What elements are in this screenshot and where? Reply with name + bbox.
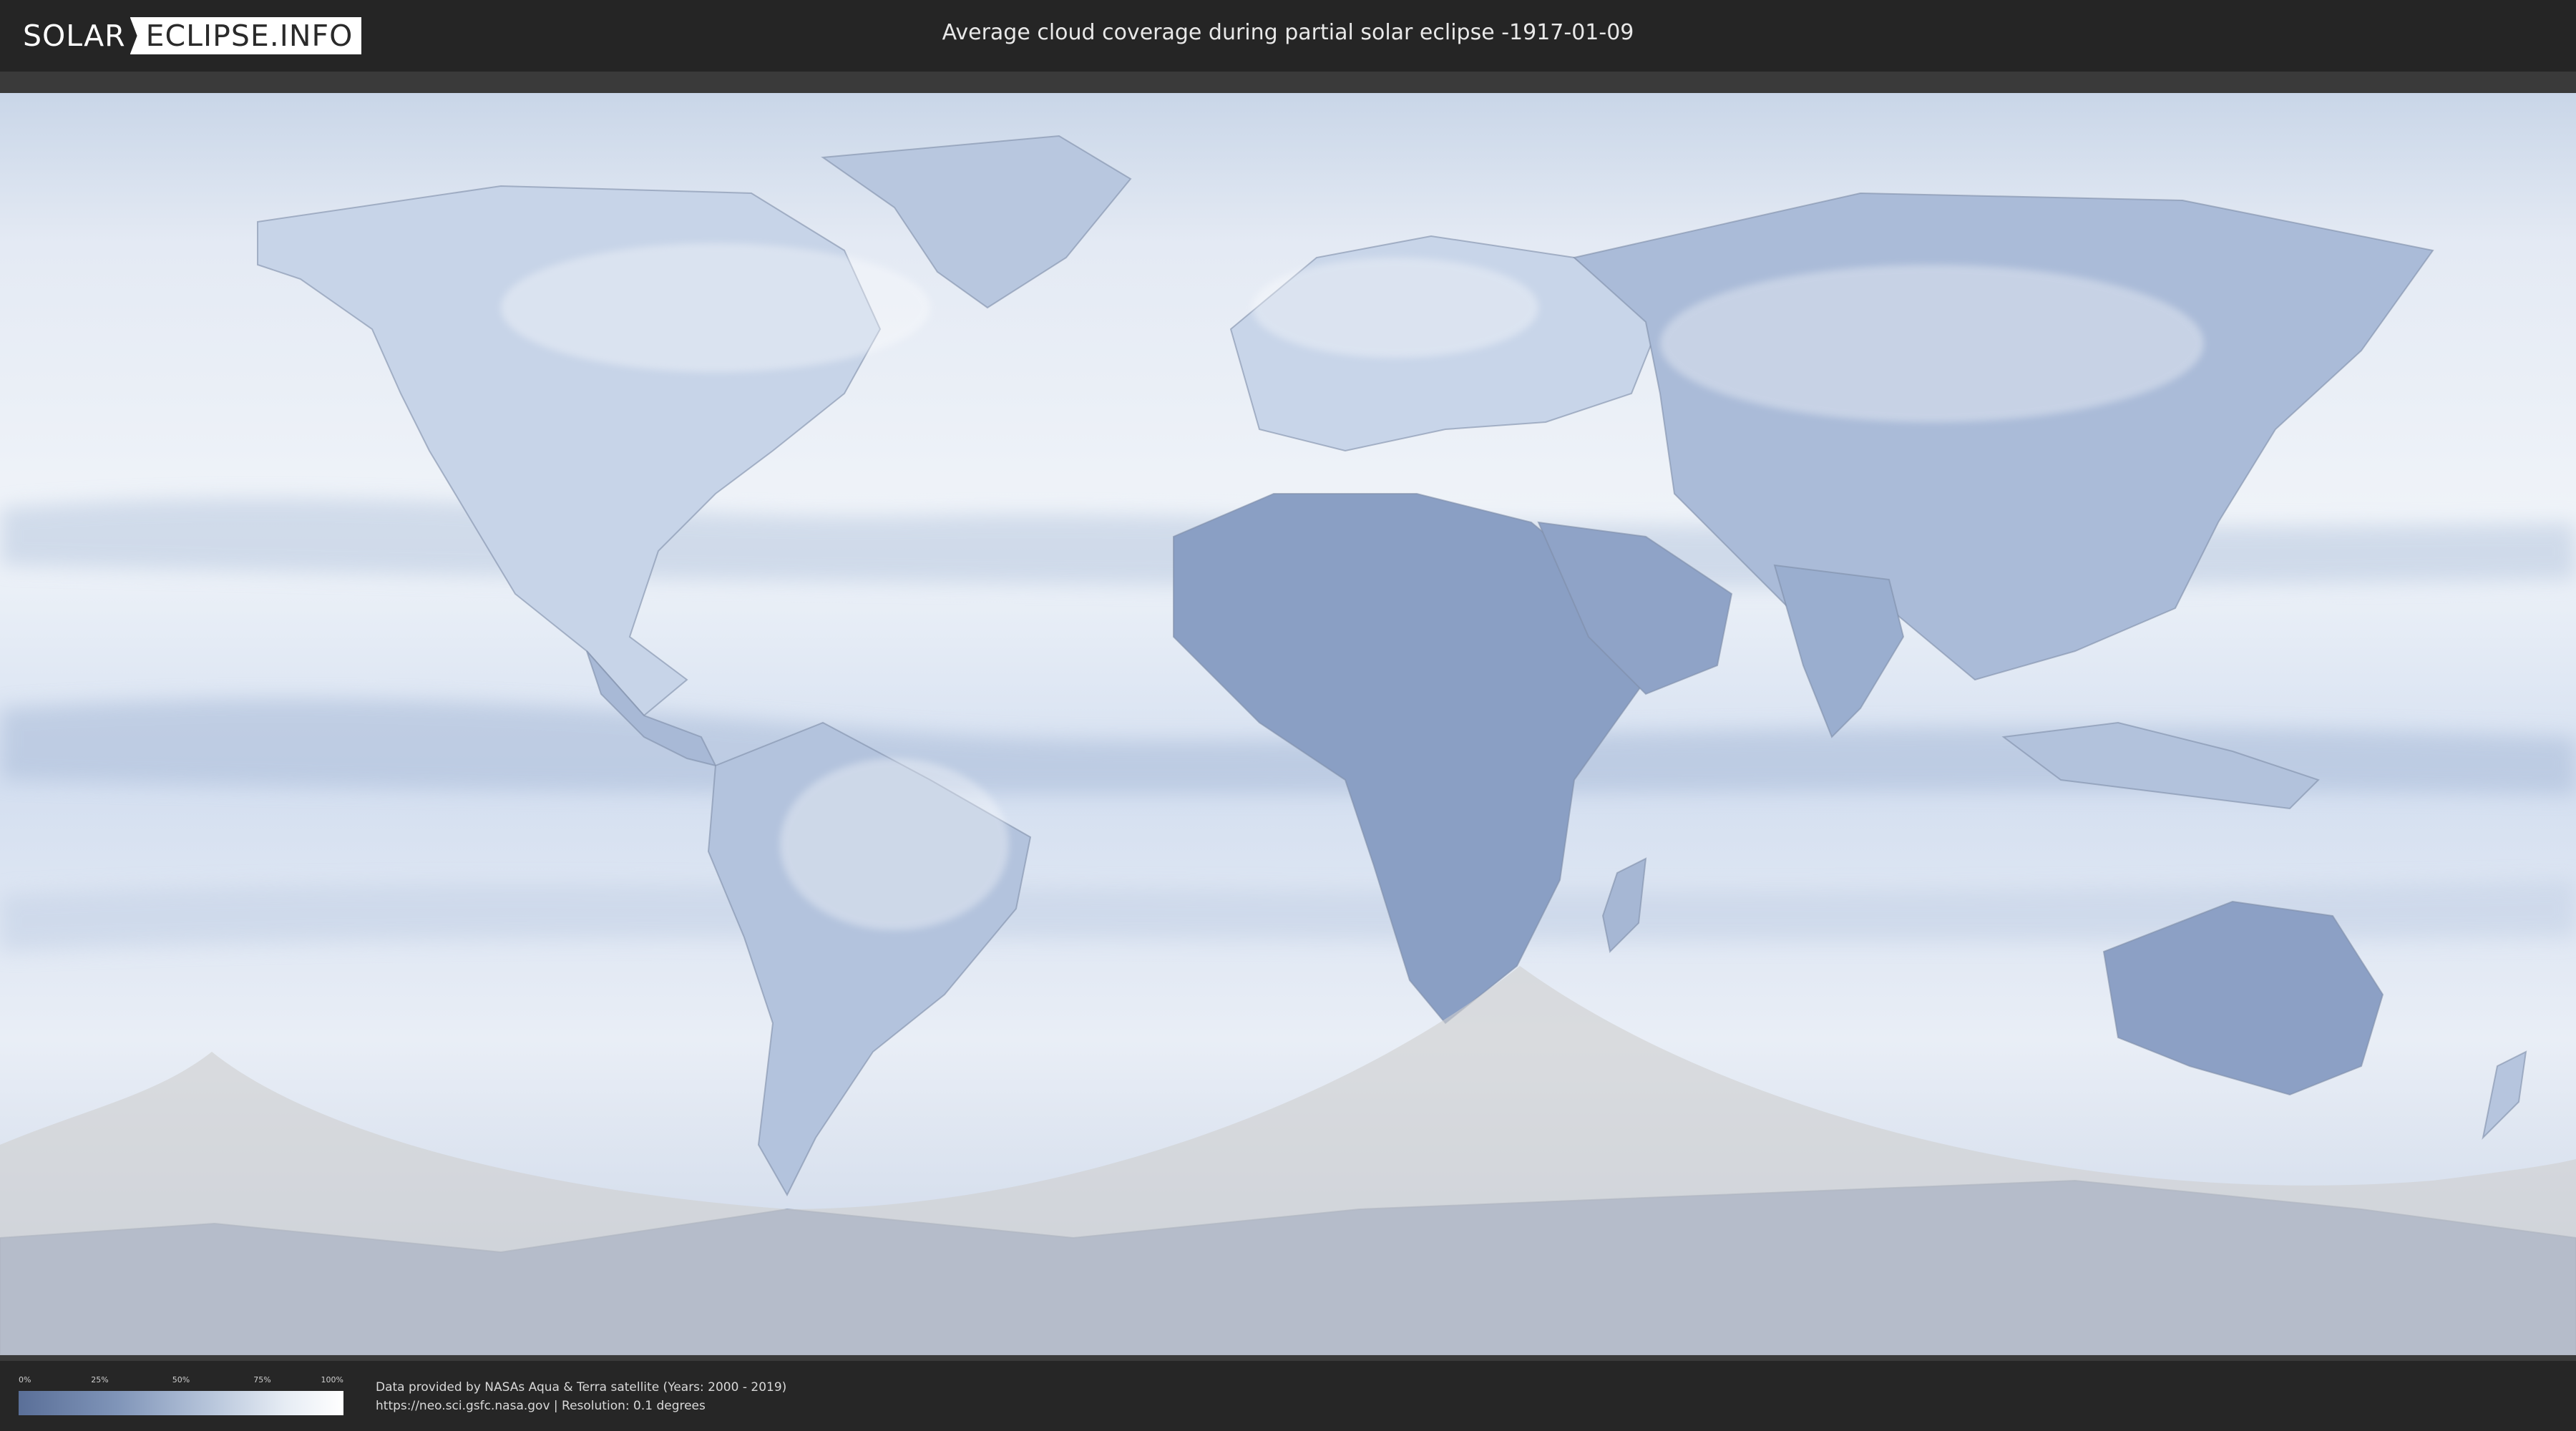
- header-bar: SOLAR ECLIPSE.INFO Average cloud coverag…: [0, 0, 2576, 72]
- cloud-coverage-legend: 0% 25% 50% 75% 100%: [19, 1375, 343, 1415]
- legend-tick-25: 25%: [91, 1375, 109, 1384]
- legend-tick-0: 0%: [19, 1375, 31, 1384]
- legend-ticks: 0% 25% 50% 75% 100%: [19, 1375, 343, 1388]
- legend-gradient-bar: [19, 1391, 343, 1415]
- legend-tick-75: 75%: [253, 1375, 271, 1384]
- page-title: Average cloud coverage during partial so…: [942, 20, 1634, 45]
- credits-line-source: Data provided by NASAs Aqua & Terra sate…: [376, 1380, 787, 1395]
- legend-tick-50: 50%: [172, 1375, 190, 1384]
- data-credits: Data provided by NASAs Aqua & Terra sate…: [376, 1378, 786, 1415]
- legend-tick-100: 100%: [321, 1375, 343, 1384]
- cloud-coverage-map: [0, 93, 2576, 1355]
- credits-line-url[interactable]: https://neo.sci.gsfc.nasa.gov | Resoluti…: [376, 1397, 786, 1415]
